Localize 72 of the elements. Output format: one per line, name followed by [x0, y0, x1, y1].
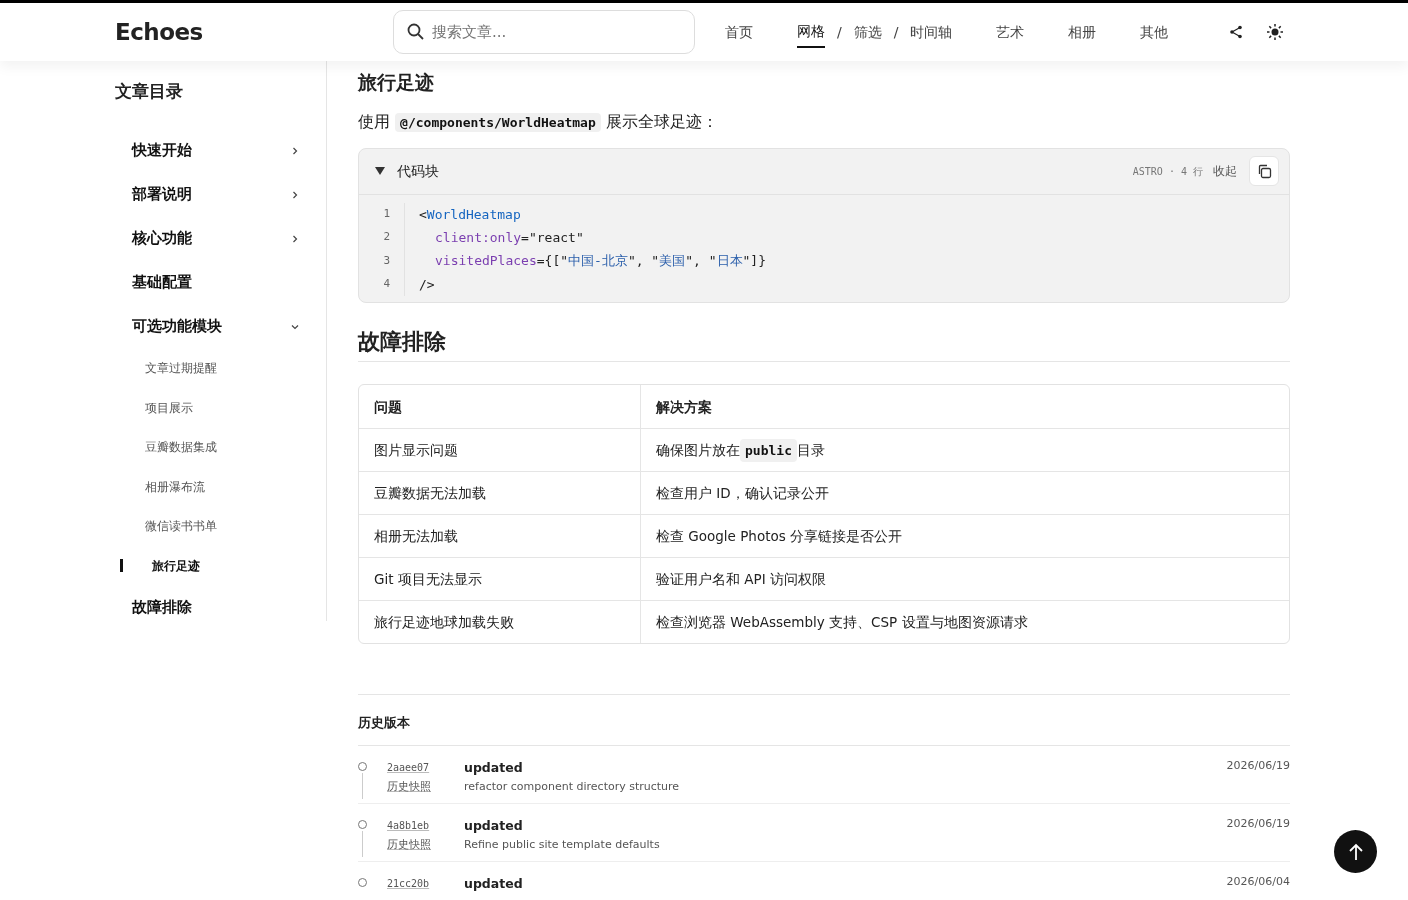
commit-title: updated — [464, 816, 524, 835]
commit-link[interactable]: 2aaee07 — [387, 757, 464, 777]
commit-message: Refine public site template defaults — [464, 836, 661, 853]
back-to-top-button[interactable] — [1334, 830, 1377, 873]
site-logo[interactable]: Echoes — [115, 14, 393, 50]
toc-item[interactable]: 故障排除 — [115, 585, 326, 630]
toc-item[interactable]: 快速开始 — [115, 128, 326, 173]
table-cell-text: 验证用户名和 API 访问权限 — [655, 570, 827, 590]
arrow-up-icon — [1347, 842, 1364, 861]
table-cell: 旅行足迹地球加载失败 — [359, 601, 641, 644]
nav-link[interactable]: 艺术 — [996, 17, 1025, 47]
commit-title: updated — [464, 758, 524, 777]
code-line: visitedPlaces={["中国-北京", "美国", "日本"]} — [434, 252, 766, 271]
table-cell: 图片显示问题 — [359, 429, 641, 472]
paragraph: 使用 @/components/WorldHeatmap 展示全球足迹： — [358, 110, 719, 134]
snapshot-link[interactable]: 历史快照 — [387, 834, 464, 854]
commit-title: updated — [464, 874, 524, 893]
line-number: 3 — [359, 249, 405, 273]
commit-message: refactor component directory structure — [464, 778, 681, 795]
toc-subitem[interactable]: 豆瓣数据集成 — [115, 427, 326, 467]
nav-link[interactable]: 时间轴 — [910, 17, 953, 47]
toc-subitem[interactable]: 微信读书书单 — [115, 506, 326, 546]
nav-link[interactable]: 网格 — [797, 16, 825, 48]
toc-item[interactable]: 基础配置 — [115, 260, 326, 305]
commit-date: 2026/06/19 — [1226, 757, 1290, 774]
nav-separator: / — [837, 22, 842, 42]
code-block-title: 代码块 — [397, 161, 439, 181]
nav-link[interactable]: 相册 — [1068, 17, 1097, 47]
table-cell-text: 检查用户 ID，确认记录公开 — [655, 484, 830, 504]
toc-subitem[interactable]: 旅行足迹 — [115, 546, 326, 586]
active-indicator — [120, 559, 123, 572]
line-number: 1 — [359, 202, 405, 227]
table-cell: 相册无法加载 — [359, 515, 641, 558]
nav-separator: / — [893, 22, 899, 42]
nav-link[interactable]: 首页 — [725, 17, 753, 47]
section-heading: 故障排除 — [358, 329, 1290, 363]
commit-link[interactable]: 4a8b1eb — [387, 815, 464, 835]
section-heading: 旅行足迹 — [358, 71, 435, 94]
table-cell: 豆瓣数据无法加载 — [359, 472, 641, 515]
toc-item[interactable]: 部署说明 — [115, 172, 326, 217]
column-header: 解决方案 — [655, 397, 713, 417]
collapse-link[interactable]: 收起 — [1213, 162, 1237, 181]
copy-icon — [1256, 163, 1272, 179]
toc-subitem[interactable]: 相册瀑布流 — [115, 467, 326, 507]
snapshot-link[interactable]: 历史快照 — [387, 776, 464, 796]
history-title: 历史版本 — [358, 695, 1290, 746]
toc-item[interactable]: 可选功能模块 — [115, 304, 326, 349]
sun-icon[interactable] — [1267, 24, 1283, 40]
column-header: 问题 — [359, 385, 641, 429]
commit-date: 2026/06/19 — [1226, 815, 1290, 832]
toc-item[interactable]: 核心功能 — [115, 216, 326, 261]
table-cell-text: 检查 Google Photos 分享链接是否公开 — [655, 527, 904, 547]
table-cell: 确保图片放在 public 目录 — [641, 429, 1289, 472]
nav-link[interactable]: 筛选 — [853, 17, 882, 47]
table-cell: Git 项目无法显示 — [359, 558, 641, 601]
toc-subitem[interactable]: 文章过期提醒 — [115, 348, 326, 388]
nav-link[interactable]: 其他 — [1140, 17, 1169, 47]
search-field[interactable]: 搜索文章... — [393, 10, 695, 54]
toc-title: 文章目录 — [115, 80, 184, 103]
line-number: 2 — [359, 226, 405, 250]
toc-subitem[interactable]: 项目展示 — [115, 388, 326, 428]
code-line: client:only="react" — [434, 229, 584, 247]
code-line: <WorldHeatmap — [418, 205, 521, 224]
line-number: 4 — [359, 272, 405, 296]
commit-date: 2026/06/04 — [1226, 873, 1290, 890]
language-label: ASTRO · 4 行 — [1132, 164, 1203, 179]
share-icon[interactable] — [1229, 25, 1243, 39]
commit-link[interactable]: 21cc20b — [387, 873, 464, 893]
code-line: /> — [418, 275, 435, 294]
table-cell-text: 检查浏览器 WebAssembly 支持、CSP 设置与地图资源请求 — [655, 613, 1029, 633]
copy-button[interactable] — [1249, 156, 1279, 187]
triangle-icon[interactable] — [375, 167, 385, 176]
